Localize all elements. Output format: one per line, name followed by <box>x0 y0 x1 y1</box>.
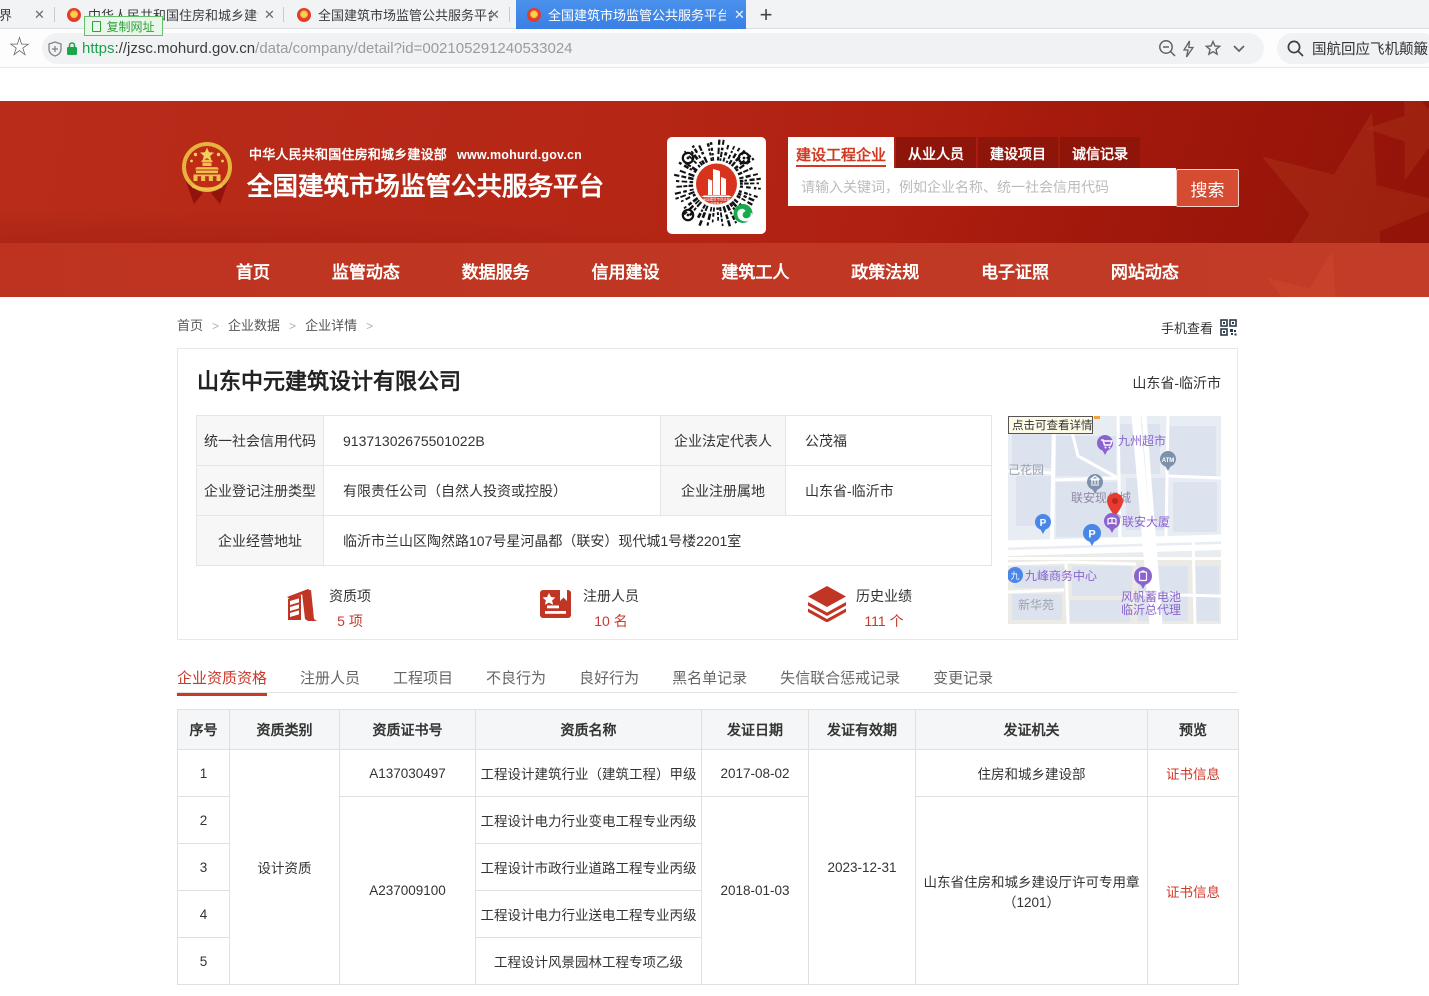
svg-text:ATM: ATM <box>1162 458 1175 464</box>
svg-text:风帆蓄电池: 风帆蓄电池 <box>1121 589 1181 604</box>
svg-text:九峰商务中心: 九峰商务中心 <box>1025 568 1097 583</box>
svg-text:临沂总代理: 临沂总代理 <box>1121 603 1181 617</box>
svg-text:九: 九 <box>1010 571 1019 581</box>
svg-text:点击可查看详情: 点击可查看详情 <box>1012 418 1093 432</box>
svg-text:P: P <box>1040 518 1047 529</box>
svg-text:P: P <box>1088 529 1095 541</box>
svg-text:九州超市: 九州超市 <box>1118 433 1166 448</box>
svg-text:公共服务平台: 公共服务平台 <box>707 201 725 206</box>
svg-text:新华苑: 新华苑 <box>1018 597 1054 612</box>
svg-text:联安大厦: 联安大厦 <box>1122 514 1170 529</box>
svg-text:己花园: 己花园 <box>1008 462 1044 477</box>
